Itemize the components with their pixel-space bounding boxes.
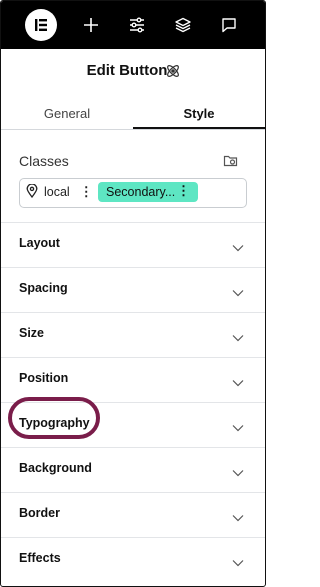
section-label: Size — [19, 326, 45, 340]
sliders-icon[interactable] — [121, 9, 153, 41]
chevron-down-icon — [232, 554, 244, 572]
chevron-down-icon — [232, 374, 244, 392]
section-border[interactable]: Border — [1, 492, 265, 538]
plus-icon[interactable] — [75, 9, 107, 41]
section-label: Effects — [19, 551, 61, 565]
highlight-ring — [8, 397, 100, 439]
class-chip-label: local — [44, 185, 70, 199]
classes-label: Classes — [19, 153, 69, 169]
section-label: Layout — [19, 236, 60, 250]
class-chip-local[interactable]: local ⋮ — [26, 182, 93, 202]
section-label: Spacing — [19, 281, 68, 295]
layers-icon[interactable] — [167, 9, 199, 41]
section-size[interactable]: Size — [1, 312, 265, 358]
chevron-down-icon — [232, 419, 244, 437]
chevron-down-icon — [232, 509, 244, 527]
location-pin-icon — [26, 182, 38, 201]
page-title: Edit Button — [1, 59, 265, 83]
top-toolbar — [1, 1, 265, 49]
section-label: Background — [19, 461, 92, 475]
page-title-text: Edit Button — [86, 62, 168, 79]
class-chip-secondary[interactable]: Secondary... ⋮ — [98, 182, 198, 202]
section-label: Border — [19, 506, 60, 520]
section-effects[interactable]: Effects — [1, 537, 265, 583]
section-background[interactable]: Background — [1, 447, 265, 493]
more-options-icon[interactable]: ⋮ — [177, 183, 190, 199]
edit-panel: Edit Button General Style Classes local — [0, 0, 266, 587]
class-chip-label: Secondary... — [106, 185, 176, 199]
tab-style[interactable]: Style — [133, 99, 265, 129]
chevron-down-icon — [232, 329, 244, 347]
panel-tabs: General Style — [1, 99, 265, 130]
chat-icon[interactable] — [213, 9, 245, 41]
color-palette-icon[interactable] — [223, 153, 238, 173]
section-label: Position — [19, 371, 69, 385]
elementor-logo-icon[interactable] — [25, 9, 57, 41]
more-options-icon[interactable]: ⋮ — [80, 184, 93, 200]
chevron-down-icon — [232, 284, 244, 302]
tab-general[interactable]: General — [1, 99, 133, 129]
section-spacing[interactable]: Spacing — [1, 267, 265, 313]
chevron-down-icon — [232, 239, 244, 257]
chevron-down-icon — [232, 464, 244, 482]
section-layout[interactable]: Layout — [1, 222, 265, 268]
classes-input[interactable]: local ⋮ Secondary... ⋮ — [19, 178, 247, 208]
atom-icon — [165, 63, 181, 84]
